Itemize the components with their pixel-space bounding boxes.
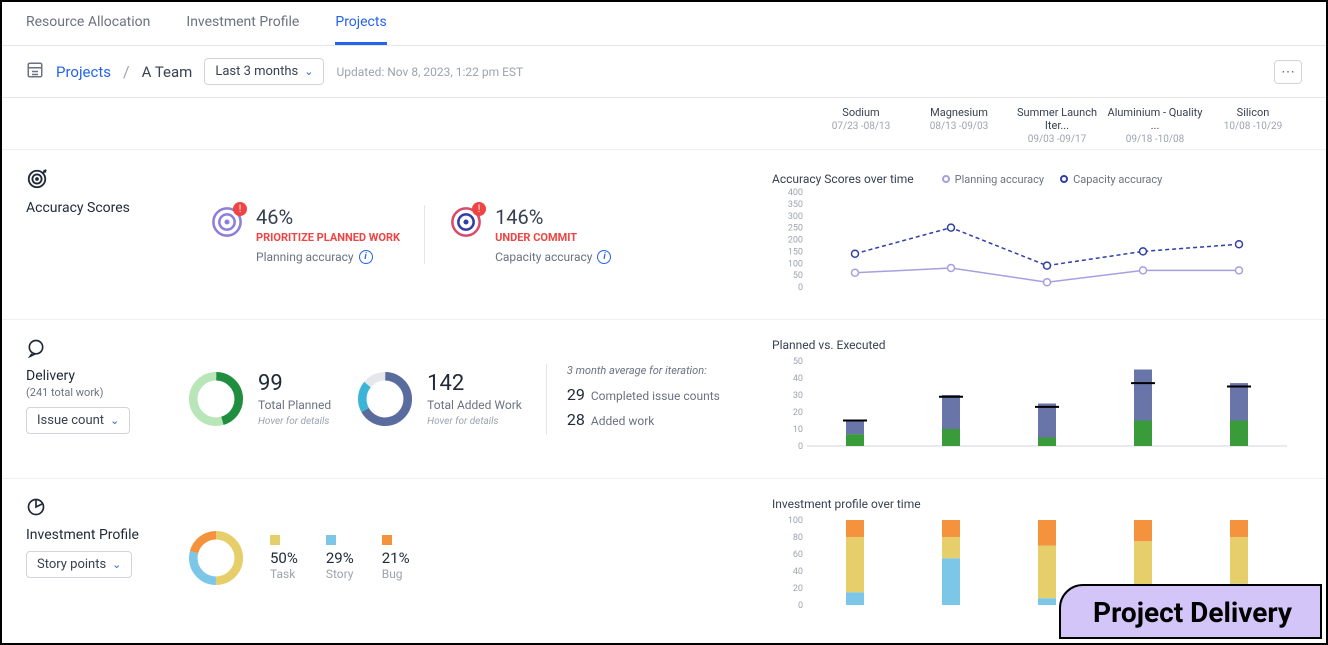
svg-text:40: 40 [793,567,803,577]
svg-text:0: 0 [798,283,803,293]
delivery-section: Delivery (241 total work) Issue count ⌄ … [2,320,1326,479]
delivery-bar-chart: 0 10 20 30 40 50 [772,356,1302,456]
iteration-col: Magnesium08/13 -09/03 [910,106,1008,145]
average-block: 3 month average for iteration: 29Complet… [546,364,720,435]
capacity-accuracy-block: ! 146% UNDER COMMIT Capacity accuracy i [424,205,635,264]
more-menu-button[interactable]: ⋯ [1274,60,1302,84]
breadcrumb-projects-link[interactable]: Projects [56,63,111,81]
breadcrumb-current: A Team [142,63,193,81]
info-icon[interactable]: i [359,250,373,264]
alert-icon: ! [472,202,486,216]
planning-label: Planning accuracy i [256,250,400,264]
accuracy-section: Accuracy Scores ! 46% PRIORITIZE PLANNED… [2,150,1326,320]
investment-breakdown: 50% Task 29% Story 21% Bug [270,535,410,581]
svg-text:0: 0 [798,601,803,611]
timeframe-dropdown[interactable]: Last 3 months ⌄ [204,58,324,85]
chevron-down-icon: ⌄ [304,65,313,78]
svg-text:60: 60 [793,550,803,560]
planned-donut-block: 99 Total Planned Hover for details [186,369,331,429]
target-icon [26,175,48,194]
page-badge: Project Delivery [1059,584,1322,639]
iterations-header: Sodium07/23 -08/13 Magnesium08/13 -09/03… [2,98,1326,150]
svg-text:0: 0 [798,442,803,452]
delivery-chart-title: Planned vs. Executed [772,338,1302,352]
iteration-col: Silicon10/08 -10/29 [1204,106,1302,145]
svg-text:150: 150 [788,247,803,257]
updated-text: Updated: Nov 8, 2023, 1:22 pm EST [336,65,523,79]
svg-text:200: 200 [788,236,803,246]
svg-text:30: 30 [793,391,803,401]
svg-text:300: 300 [788,212,803,222]
tab-resource-allocation[interactable]: Resource Allocation [26,2,150,45]
svg-text:400: 400 [788,188,803,198]
bullseye-icon: ! [449,205,483,239]
accuracy-legend: Planning accuracy Capacity accuracy [942,173,1163,186]
invest-task: 50% Task [270,535,298,581]
accuracy-chart-title: Accuracy Scores over time [772,172,914,186]
alert-icon: ! [233,202,247,216]
svg-text:100: 100 [788,516,803,526]
planned-label: Total Planned [258,398,331,412]
delivery-total: (241 total work) [26,386,186,399]
breadcrumb-separator: / [123,62,130,81]
capacity-accuracy-value: 146% [495,205,611,229]
planning-accuracy-value: 46% [256,205,400,229]
added-donut-block: 142 Total Added Work Hover for details [355,369,522,429]
iteration-col: Aluminium - Quality ...09/18 -10/08 [1106,106,1204,145]
investment-chart-title: Investment profile over time [772,497,1302,511]
svg-text:100: 100 [788,259,803,269]
accuracy-line-chart: 0 50 100 150200 250 300 350 400 [772,187,1302,297]
svg-text:350: 350 [788,200,803,210]
tab-projects[interactable]: Projects [335,2,386,45]
svg-text:10: 10 [793,425,803,435]
info-icon[interactable]: i [597,250,611,264]
capacity-label: Capacity accuracy i [495,250,611,264]
svg-text:50: 50 [793,271,803,281]
investment-metric-dropdown[interactable]: Story points ⌄ [26,551,132,578]
planning-warn: PRIORITIZE PLANNED WORK [256,231,400,244]
chat-icon [26,343,46,362]
tab-investment-profile[interactable]: Investment Profile [186,2,299,45]
svg-text:40: 40 [793,374,803,384]
iteration-col: Summer Launch Iter...09/03 -09/17 [1008,106,1106,145]
bullseye-icon: ! [210,205,244,239]
added-hint: Hover for details [427,416,522,427]
investment-donut-block [186,528,246,588]
section-title: Delivery [26,368,186,384]
planning-accuracy-block: ! 46% PRIORITIZE PLANNED WORK Planning a… [186,205,424,264]
svg-text:250: 250 [788,224,803,234]
svg-text:80: 80 [793,533,803,543]
capacity-warn: UNDER COMMIT [495,231,611,244]
section-title: Accuracy Scores [26,200,186,216]
timeframe-label: Last 3 months [215,64,298,79]
svg-text:20: 20 [793,408,803,418]
chevron-down-icon: ⌄ [112,558,121,571]
planned-value: 99 [258,371,331,396]
planned-hint: Hover for details [258,416,331,427]
svg-text:20: 20 [793,584,803,594]
investment-donut [186,528,246,588]
invest-bug: 21% Bug [382,535,410,581]
delivery-metric-dropdown[interactable]: Issue count ⌄ [26,407,130,434]
added-label: Total Added Work [427,398,522,412]
section-title: Investment Profile [26,527,186,543]
invest-story: 29% Story [326,535,354,581]
breadcrumb-icon [26,61,44,83]
planned-donut [186,369,246,429]
chevron-down-icon: ⌄ [110,414,119,427]
svg-text:50: 50 [793,357,803,367]
iteration-col: Sodium07/23 -08/13 [812,106,910,145]
top-tabs: Resource Allocation Investment Profile P… [2,2,1326,46]
pie-icon [26,502,46,521]
subheader: Projects / A Team Last 3 months ⌄ Update… [2,46,1326,98]
added-donut [355,369,415,429]
added-value: 142 [427,371,522,396]
